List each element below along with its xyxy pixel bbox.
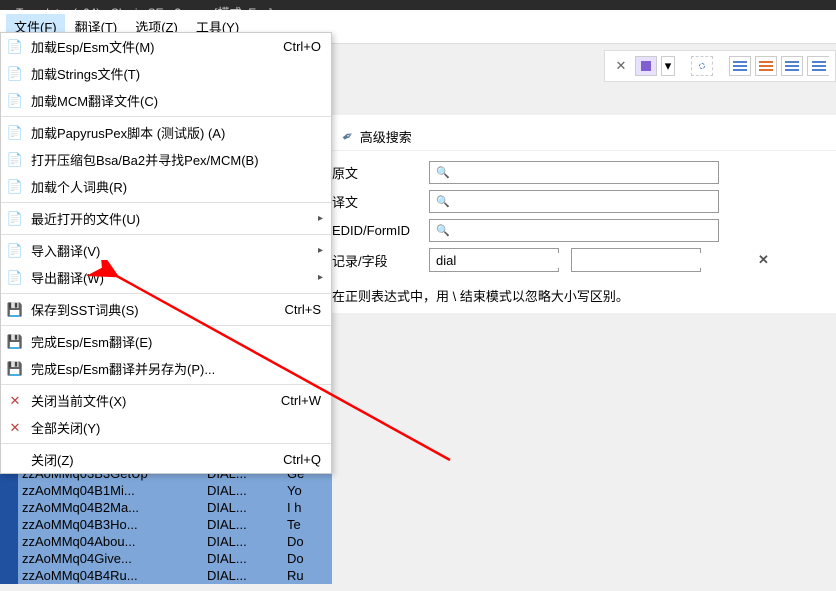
table-row[interactable]: zzAoMMq04B1Mi...DIAL...Yo bbox=[0, 482, 332, 499]
tb-button-1[interactable] bbox=[635, 56, 657, 76]
menu-save-sst[interactable]: 💾 保存到SST词典(S) Ctrl+S bbox=[1, 296, 331, 323]
menu-load-strings[interactable]: 📄 加载Strings文件(T) bbox=[1, 60, 331, 87]
menu-recent[interactable]: 📄 最近打开的文件(U) bbox=[1, 205, 331, 232]
input-record-2[interactable]: ✕ bbox=[571, 248, 701, 272]
file-icon: 📄 bbox=[7, 243, 23, 259]
close-icon: ✕ bbox=[7, 393, 23, 409]
file-icon: 📄 bbox=[7, 211, 23, 227]
table-row[interactable]: zzAoMMq04Abou...DIAL...Do bbox=[0, 533, 332, 550]
close-icon[interactable]: ✕ bbox=[611, 56, 631, 76]
menu-finalize-as[interactable]: 💾 完成Esp/Esm翻译并另存为(P)... bbox=[1, 355, 331, 382]
label-translation: 译文 bbox=[332, 192, 417, 211]
file-icon: 📄 bbox=[7, 270, 23, 286]
menu-export[interactable]: 📄 导出翻译(W) bbox=[1, 264, 331, 291]
feather-icon: ✒ bbox=[339, 126, 358, 147]
title-bar: xTranslator (x64) - SkyrimSE - ?.esp - [… bbox=[0, 0, 836, 10]
table-row[interactable]: zzAoMMq04B2Ma...DIAL...I h bbox=[0, 499, 332, 516]
label-original: 原文 bbox=[332, 163, 417, 182]
tb-view-blue2[interactable] bbox=[781, 56, 803, 76]
menu-import[interactable]: 📄 导入翻译(V) bbox=[1, 237, 331, 264]
search-icon: 🔍 bbox=[436, 166, 450, 179]
tb-view-orange[interactable] bbox=[755, 56, 777, 76]
label-record: 记录/字段 bbox=[332, 251, 417, 270]
file-icon: 📄 bbox=[7, 93, 23, 109]
label-edid: EDID/FormID bbox=[332, 223, 417, 238]
search-panel: ✒ 高级搜索 原文 🔍 译文 🔍 EDID/FormID 🔍 记录/字段 ✕ ✕… bbox=[332, 115, 836, 313]
file-dropdown: 📄 加载Esp/Esm文件(M) Ctrl+O 📄 加载Strings文件(T)… bbox=[0, 32, 332, 474]
tb-view-blue[interactable] bbox=[729, 56, 751, 76]
search-icon: 🔍 bbox=[436, 224, 450, 237]
file-icon: 📄 bbox=[7, 39, 23, 55]
menu-load-papyrus[interactable]: 📄 加载PapyrusPex脚本 (测试版) (A) bbox=[1, 119, 331, 146]
menu-load-esp[interactable]: 📄 加载Esp/Esm文件(M) Ctrl+O bbox=[1, 33, 331, 60]
file-icon: 📄 bbox=[7, 66, 23, 82]
input-record[interactable]: ✕ bbox=[429, 248, 559, 272]
menu-close-current[interactable]: ✕ 关闭当前文件(X) Ctrl+W bbox=[1, 387, 331, 414]
save-icon: 💾 bbox=[7, 302, 23, 318]
search-icon: 🔍 bbox=[436, 195, 450, 208]
save-icon: 💾 bbox=[7, 361, 23, 377]
regex-note: 在正则表达式中，用 \ 结束模式以忽略大小写区别。 bbox=[332, 286, 836, 305]
toolbar: ✕ ▾ bbox=[604, 50, 836, 82]
table-row[interactable]: zzAoMMq04B3Ho...DIAL...Te bbox=[0, 516, 332, 533]
table-rows: zzAoMMq03B3GetUpDIAL...GezzAoMMq04B1Mi..… bbox=[0, 465, 332, 584]
menu-open-bsa[interactable]: 📄 打开压缩包Bsa/Ba2并寻找Pex/MCM(B) bbox=[1, 146, 331, 173]
input-edid[interactable]: 🔍 bbox=[429, 219, 719, 242]
tb-button-target[interactable] bbox=[691, 56, 713, 76]
save-icon: 💾 bbox=[7, 334, 23, 350]
input-original[interactable]: 🔍 bbox=[429, 161, 719, 184]
menu-close-all[interactable]: ✕ 全部关闭(Y) bbox=[1, 414, 331, 441]
tb-view-blue3[interactable] bbox=[807, 56, 829, 76]
search-title: 高级搜索 bbox=[360, 127, 412, 146]
menu-close[interactable]: 关闭(Z) Ctrl+Q bbox=[1, 446, 331, 473]
input-translation[interactable]: 🔍 bbox=[429, 190, 719, 213]
menu-finalize[interactable]: 💾 完成Esp/Esm翻译(E) bbox=[1, 328, 331, 355]
file-icon: 📄 bbox=[7, 152, 23, 168]
tb-button-dropdown[interactable]: ▾ bbox=[661, 56, 675, 76]
clear-icon[interactable]: ✕ bbox=[758, 252, 769, 268]
menu-load-mcm[interactable]: 📄 加载MCM翻译文件(C) bbox=[1, 87, 331, 114]
table-row[interactable]: zzAoMMq04B4Ru...DIAL...Ru bbox=[0, 567, 332, 584]
file-icon: 📄 bbox=[7, 179, 23, 195]
file-icon: 📄 bbox=[7, 125, 23, 141]
menu-load-dict[interactable]: 📄 加载个人词典(R) bbox=[1, 173, 331, 200]
table-row[interactable]: zzAoMMq04Give...DIAL...Do bbox=[0, 550, 332, 567]
close-icon: ✕ bbox=[7, 420, 23, 436]
